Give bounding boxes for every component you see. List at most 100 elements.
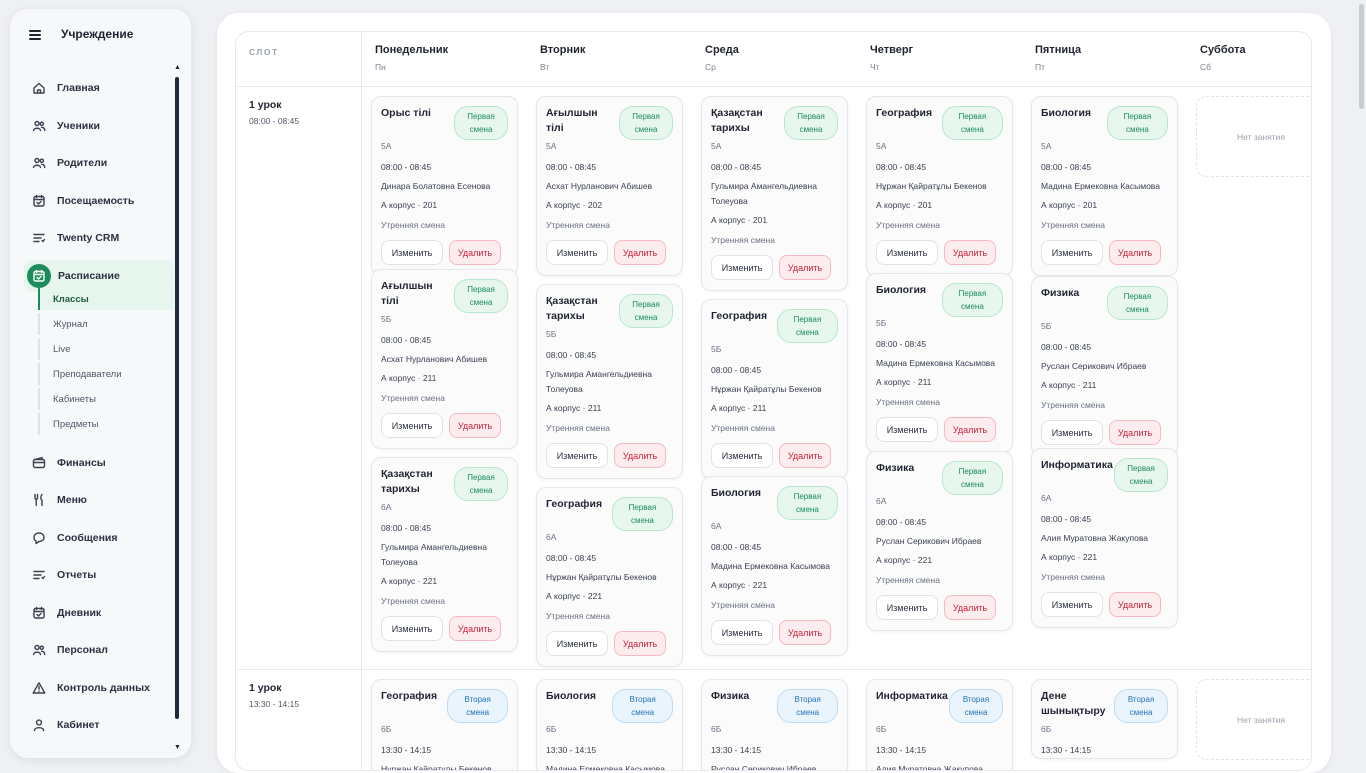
sidebar-item-data-control[interactable]: Контроль данных	[24, 672, 174, 704]
edit-button[interactable]: Изменить	[1041, 240, 1103, 265]
sidebar-item-label: Главная	[57, 82, 100, 94]
edit-button[interactable]: Изменить	[711, 255, 773, 280]
edit-button[interactable]: Изменить	[876, 595, 938, 620]
edit-button[interactable]: Изменить	[1041, 420, 1103, 445]
lesson-card[interactable]: Физика Первая смена 6А 08:00 - 08:45 Руслан …	[866, 451, 1013, 631]
delete-button[interactable]: Удалить	[779, 620, 831, 645]
delete-button[interactable]: Удалить	[944, 417, 996, 442]
edit-button[interactable]: Изменить	[876, 417, 938, 442]
sidebar-subitem-journal[interactable]: Журнал	[38, 313, 174, 335]
sidebar-scroll-thumb[interactable]	[175, 77, 179, 719]
sidebar-subitem-teachers[interactable]: Преподаватели	[38, 363, 174, 385]
delete-button[interactable]: Удалить	[779, 443, 831, 468]
delete-button[interactable]: Удалить	[944, 595, 996, 620]
class-name: 5А	[381, 141, 392, 151]
sidebar-item-parents[interactable]: Родители	[24, 147, 174, 179]
sidebar-item-messages[interactable]: Сообщения	[24, 522, 174, 554]
teacher-name: Алия Муратовна Жакупова	[1041, 533, 1148, 543]
sidebar-subitem-rooms[interactable]: Кабинеты	[38, 388, 174, 410]
lesson-card[interactable]: Биология Первая смена 5Б 08:00 - 08:45 Мадин…	[866, 273, 1013, 453]
sidebar-item-reports[interactable]: Отчеты	[24, 559, 174, 591]
edit-button[interactable]: Изменить	[711, 620, 773, 645]
sidebar-subitem-subjects[interactable]: Предметы	[38, 413, 174, 435]
lesson-card[interactable]: Қазақстан тарихы Первая смена 5Б 08:00 - 08…	[536, 284, 683, 479]
lesson-card[interactable]: География Вторая смена 6Б 13:30 - 14:15 Нұрж…	[371, 679, 518, 770]
shift-name: Утренняя смена	[381, 393, 445, 403]
lesson-card[interactable]: Физика Вторая смена 6Б 13:30 - 14:15 Руслан …	[701, 679, 848, 770]
delete-button[interactable]: Удалить	[1109, 420, 1161, 445]
lesson-card[interactable]: Информатика Первая смена 6А 08:00 - 08:45 Ал…	[1031, 448, 1178, 628]
lesson-card[interactable]: Информатика Вторая смена 6Б 13:30 - 14:15 Ал…	[866, 679, 1013, 770]
class-name: 5А	[711, 141, 722, 151]
page-scroll-thumb[interactable]	[1359, 4, 1364, 109]
sidebar-subitem-live[interactable]: Live	[38, 338, 174, 360]
lesson-card[interactable]: География Первая смена 5Б 08:00 - 08:45 Нұрж…	[701, 299, 848, 479]
delete-button[interactable]: Удалить	[449, 616, 501, 641]
sidebar-item-menu[interactable]: Меню	[24, 484, 174, 516]
shift-name: Утренняя смена	[546, 220, 610, 230]
edit-button[interactable]: Изменить	[546, 240, 608, 265]
edit-button[interactable]: Изменить	[546, 631, 608, 656]
hamburger-menu-icon[interactable]	[29, 30, 41, 40]
sidebar-item-attendance[interactable]: Посещаемость	[24, 185, 174, 217]
sidebar-item-home[interactable]: Главная	[24, 72, 174, 104]
edit-button[interactable]: Изменить	[1041, 592, 1103, 617]
delete-button[interactable]: Удалить	[614, 443, 666, 468]
delete-button[interactable]: Удалить	[1109, 592, 1161, 617]
edit-button[interactable]: Изменить	[381, 413, 443, 438]
delete-button[interactable]: Удалить	[614, 240, 666, 265]
shift-badge: Первая смена	[1106, 106, 1168, 140]
delete-button[interactable]: Удалить	[1109, 240, 1161, 265]
room-name: А корпус · 201	[381, 200, 438, 210]
sidebar-item-cabinet[interactable]: Кабинет	[24, 709, 174, 741]
edit-button[interactable]: Изменить	[876, 240, 938, 265]
lesson-card[interactable]: Биология Первая смена 6А 08:00 - 08:45 Мадин…	[701, 476, 848, 656]
scroll-up-icon[interactable]: ▲	[174, 64, 181, 71]
shift-badge: Первая смена	[1106, 286, 1168, 320]
sidebar-item-diary[interactable]: Дневник	[24, 597, 174, 629]
room-name: А корпус · 211	[1041, 380, 1097, 390]
edit-button[interactable]: Изменить	[381, 616, 443, 641]
delete-button[interactable]: Удалить	[944, 240, 996, 265]
sidebar-item-twenty-crm[interactable]: Twenty CRM	[24, 222, 174, 254]
page-scrollbar[interactable]	[1358, 0, 1366, 768]
scroll-down-icon[interactable]: ▼	[174, 744, 181, 751]
lesson-card[interactable]: Ағылшын тілі Первая смена 5Б 08:00 - 08:45 А…	[371, 269, 518, 449]
lesson-card[interactable]: Қазақстан тарихы Первая смена 5А 08:00 - 08…	[701, 96, 848, 291]
lesson-time: 08:00 - 08:45	[381, 335, 432, 345]
sidebar-item-students[interactable]: Ученики	[24, 110, 174, 142]
lesson-time: 08:00 - 08:45	[546, 162, 597, 172]
lesson-card[interactable]: География Первая смена 6А 08:00 - 08:45 Нұрж…	[536, 487, 683, 667]
lesson-card[interactable]: Дене шынықтыру Вторая смена 6Б 13:30 - 14:1…	[1031, 679, 1178, 759]
delete-button[interactable]: Удалить	[779, 255, 831, 280]
delete-button[interactable]: Удалить	[614, 631, 666, 656]
lesson-card[interactable]: Ағылшын тілі Первая смена 5А 08:00 - 08:45 А…	[536, 96, 683, 276]
teacher-name: Гульмира Амангельдиевна Толеуова	[381, 542, 487, 567]
edit-button[interactable]: Изменить	[711, 443, 773, 468]
sidebar-subitem-classes[interactable]: Классы	[38, 288, 174, 310]
lesson-card[interactable]: Физика Первая смена 5Б 08:00 - 08:45 Руслан …	[1031, 276, 1178, 456]
lesson-card[interactable]: Биология Первая смена 5А 08:00 - 08:45 Мадин…	[1031, 96, 1178, 276]
edit-button[interactable]: Изменить	[546, 443, 608, 468]
lesson-card[interactable]: Орыс тілі Первая смена 5А 08:00 - 08:45 Дина…	[371, 96, 518, 276]
subject-name: Қазақстан тарихы	[546, 295, 598, 322]
empty-slot-saturday[interactable]: Нет занятия	[1196, 679, 1311, 760]
lesson-card[interactable]: Қазақстан тарихы Первая смена 6А 08:00 - 08…	[371, 457, 518, 652]
shift-name: Утренняя смена	[381, 220, 445, 230]
class-name: 6Б	[711, 724, 722, 734]
empty-slot-saturday[interactable]: Нет занятия	[1196, 96, 1311, 177]
sidebar-item-label: Сообщения	[57, 532, 118, 544]
delete-button[interactable]: Удалить	[449, 413, 501, 438]
lesson-card[interactable]: Биология Вторая смена 6Б 13:30 - 14:15 Мадин…	[536, 679, 683, 770]
sidebar-scrollbar[interactable]: ▲ ▼	[174, 64, 181, 751]
edit-button[interactable]: Изменить	[381, 240, 443, 265]
lesson-card[interactable]: География Первая смена 5А 08:00 - 08:45 Нұрж…	[866, 96, 1013, 276]
shift-badge: Первая смена	[776, 309, 838, 343]
row-divider	[236, 669, 1311, 670]
sidebar-item-finance[interactable]: Финансы	[24, 447, 174, 479]
day-short: Пт	[1035, 62, 1046, 72]
delete-button[interactable]: Удалить	[449, 240, 501, 265]
sidebar-item-staff[interactable]: Персонал	[24, 634, 174, 666]
sidebar-item-label: Персонал	[57, 644, 108, 656]
teacher-name: Гульмира Амангельдиевна Толеуова	[711, 181, 817, 206]
